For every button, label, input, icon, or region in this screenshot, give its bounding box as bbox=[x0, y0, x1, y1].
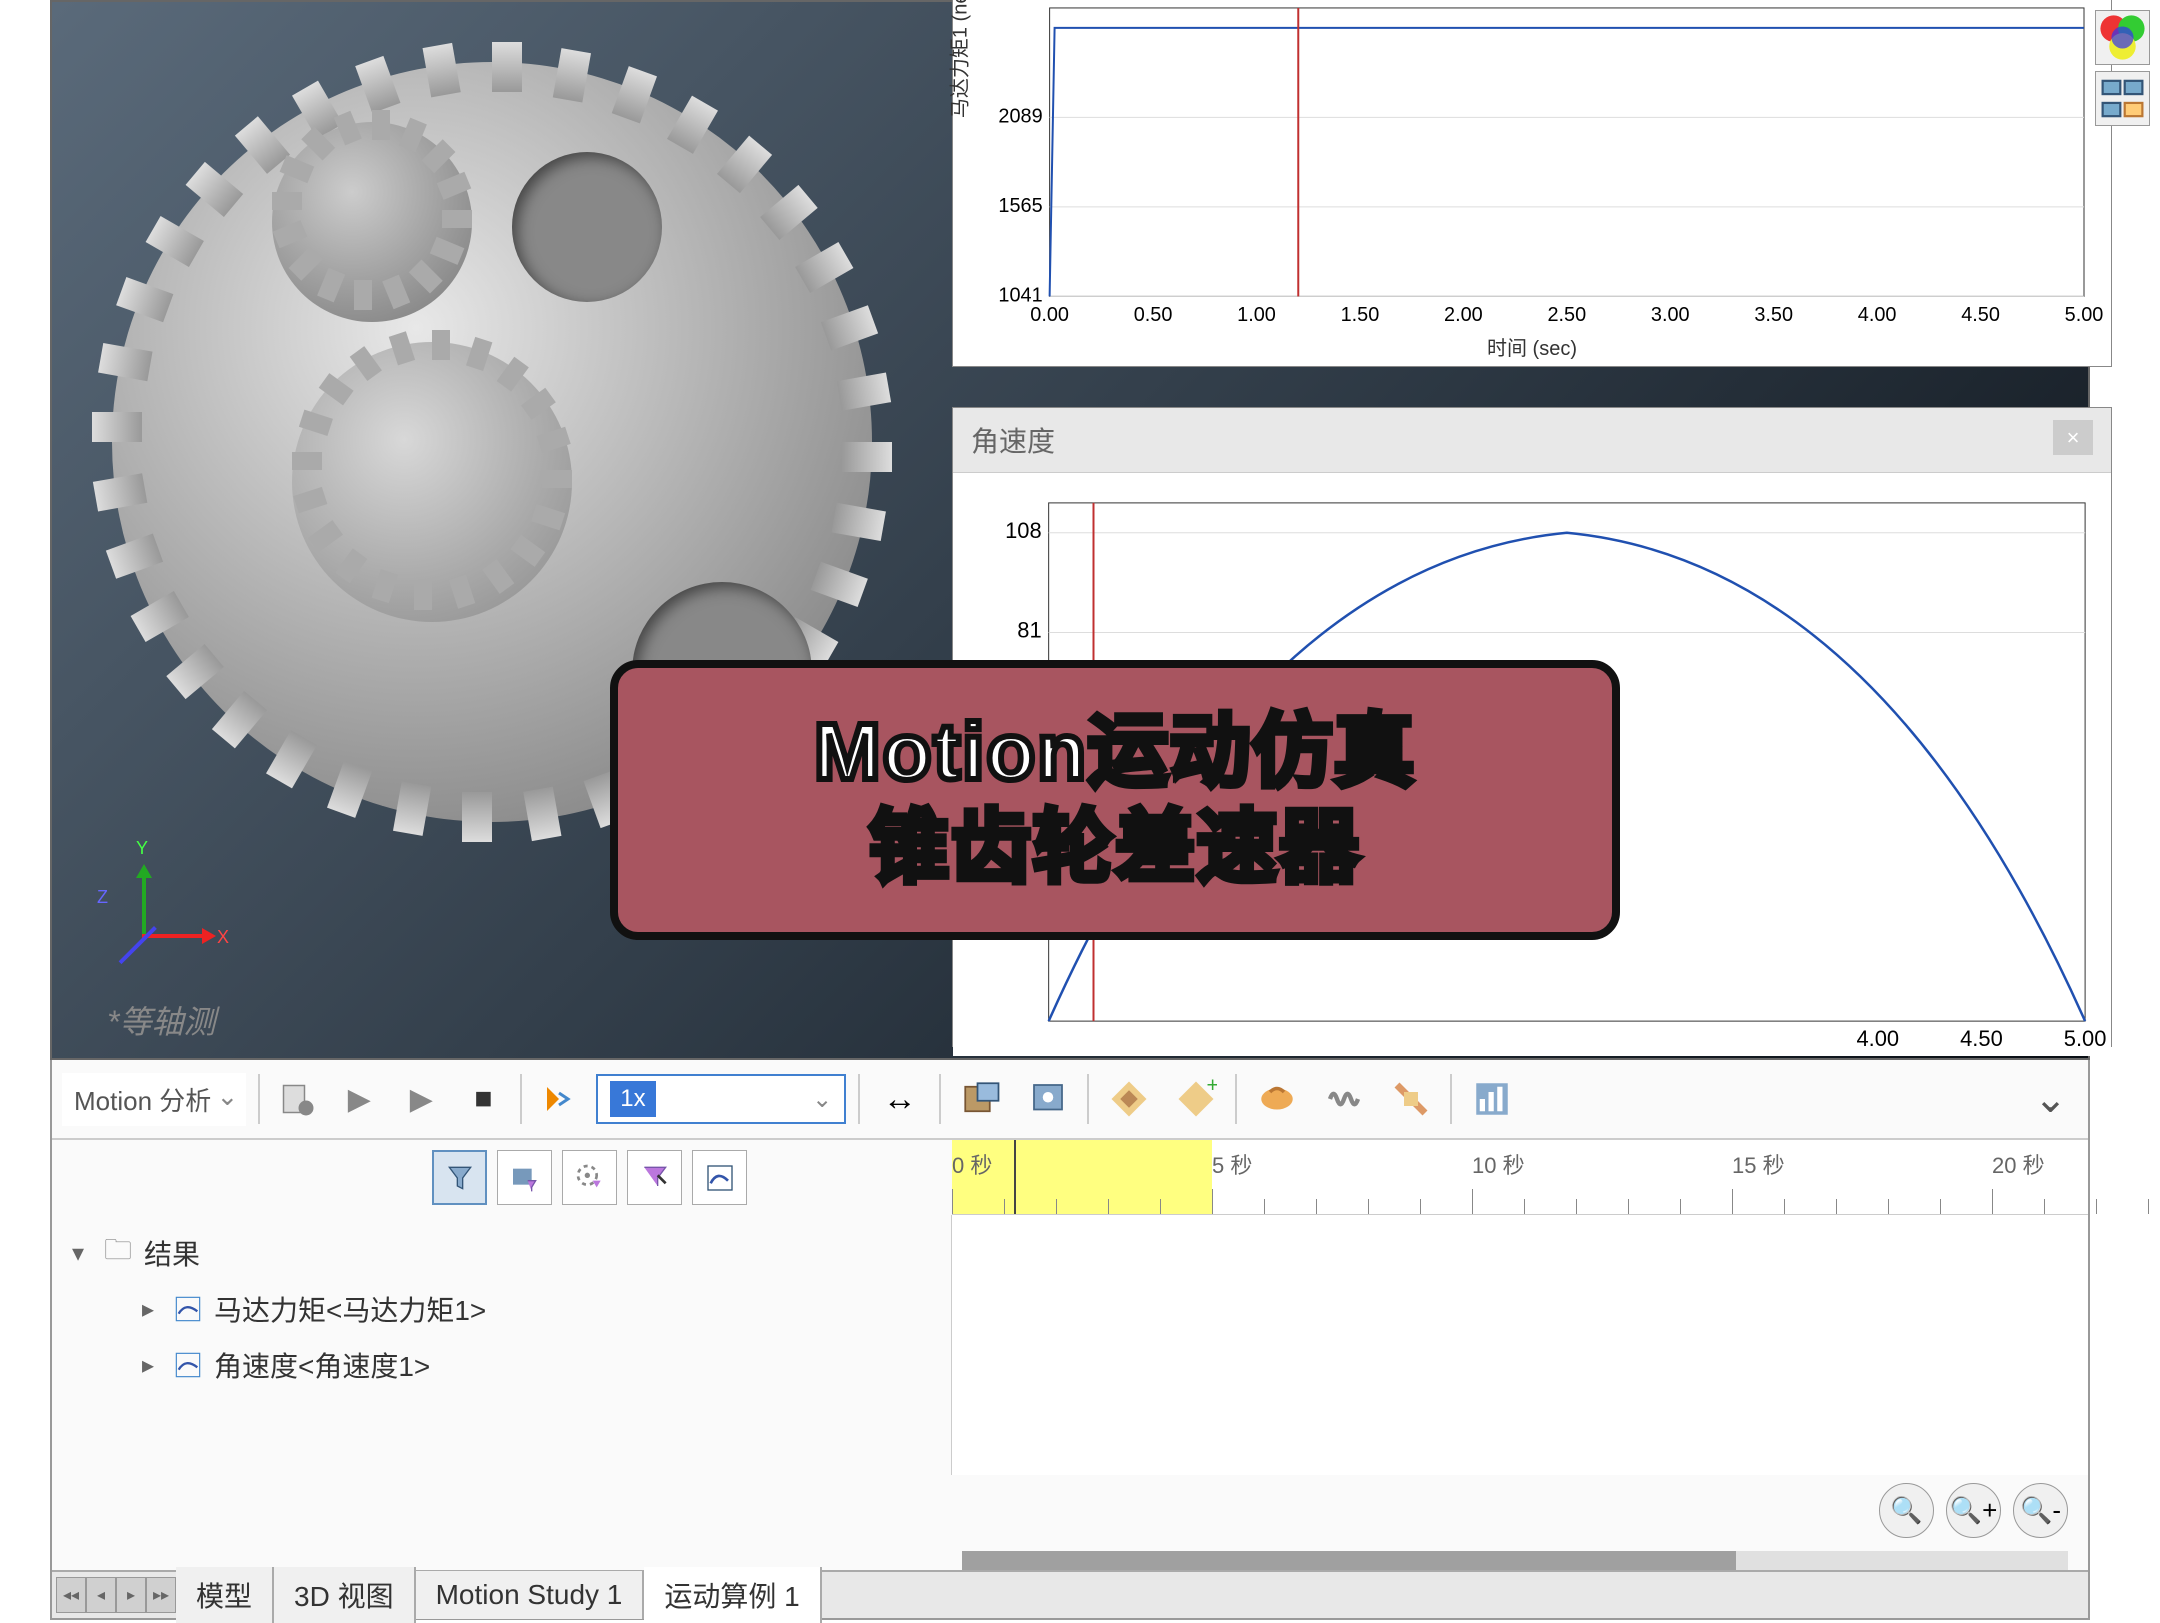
motion-toolbar: Motion 分析 ▶ ▶ ■ 1x ⌄ ↔ + ⌄ bbox=[52, 1060, 2088, 1140]
tab-nav-buttons: ◂◂ ◂ ▸ ▸▸ bbox=[56, 1577, 176, 1613]
results-plot-button[interactable] bbox=[1464, 1072, 1519, 1127]
filter-results-button[interactable] bbox=[692, 1150, 747, 1205]
sun-gear bbox=[272, 122, 472, 322]
playback-speed-select[interactable]: 1x ⌄ bbox=[596, 1074, 846, 1124]
zoom-timeline-button[interactable]: ↔ bbox=[872, 1072, 927, 1127]
gear-bore-1 bbox=[512, 152, 662, 302]
plot-icon bbox=[172, 1293, 204, 1325]
chart1-plot: 1041 1565 2089 0.00 0.50 1.00 1.50 2.00 … bbox=[953, 0, 2111, 366]
chart2-title: 角速度 bbox=[971, 420, 1055, 460]
svg-text:0.00: 0.00 bbox=[1030, 304, 1069, 326]
playback-mode-button[interactable] bbox=[534, 1074, 584, 1124]
view-orientation-label: *等轴测 bbox=[107, 997, 215, 1043]
overlay-line1: Motion运动仿真 bbox=[814, 704, 1416, 800]
filter-driving-button[interactable] bbox=[562, 1150, 617, 1205]
damper-button[interactable] bbox=[1383, 1072, 1438, 1127]
folder-icon: 🗀 bbox=[102, 1237, 134, 1269]
filter-funnel-button[interactable] bbox=[432, 1150, 487, 1205]
filter-toolbar bbox=[52, 1140, 952, 1215]
timeline-cursor[interactable] bbox=[1014, 1140, 1016, 1214]
filter-animated-button[interactable] bbox=[497, 1150, 552, 1205]
z-axis-label: Z bbox=[97, 887, 108, 908]
save-animation-button[interactable] bbox=[953, 1072, 1008, 1127]
timeline-zoom-controls: 🔍 🔍+ 🔍- bbox=[1879, 1483, 2068, 1538]
x-axis-label: X bbox=[217, 927, 229, 948]
zoom-out-button[interactable]: 🔍- bbox=[2013, 1483, 2068, 1538]
collapse-button[interactable]: ⌄ bbox=[2023, 1072, 2078, 1127]
filter-selected-button[interactable] bbox=[627, 1150, 682, 1205]
chart2-close-button[interactable]: × bbox=[2053, 420, 2093, 455]
display-pane-icon[interactable] bbox=[2095, 71, 2150, 126]
tree-item-label: 角速度<角速度1> bbox=[214, 1345, 430, 1385]
svg-text:1041: 1041 bbox=[998, 284, 1042, 306]
tree-item-angular-velocity[interactable]: ▸ 角速度<角速度1> bbox=[72, 1337, 931, 1393]
bottom-tabs-bar: ◂◂ ◂ ▸ ▸▸ 模型 3D 视图 Motion Study 1 运动算例 1 bbox=[52, 1570, 2088, 1618]
svg-text:5.00: 5.00 bbox=[2065, 304, 2104, 326]
svg-text:81: 81 bbox=[1017, 617, 1041, 642]
svg-text:2089: 2089 bbox=[998, 105, 1042, 127]
tree-collapse-icon[interactable]: ▾ bbox=[72, 1239, 92, 1268]
tab-model[interactable]: 模型 bbox=[176, 1567, 274, 1623]
tree-item-motor-torque[interactable]: ▸ 马达力矩<马达力矩1> bbox=[72, 1281, 931, 1337]
zoom-in-button[interactable]: 🔍+ bbox=[1946, 1483, 2001, 1538]
svg-text:1.50: 1.50 bbox=[1341, 304, 1380, 326]
chart1-x-label: 时间 (sec) bbox=[1487, 332, 1577, 361]
timeline-ruler[interactable]: 0 秒5 秒10 秒15 秒20 秒 bbox=[952, 1140, 2088, 1215]
tab-motion-study-1[interactable]: Motion Study 1 bbox=[416, 1571, 645, 1619]
svg-text:5.00: 5.00 bbox=[2064, 1026, 2107, 1051]
y-axis-arrow bbox=[142, 868, 146, 938]
tab-nav-last[interactable]: ▸▸ bbox=[146, 1577, 176, 1613]
chart2-header[interactable]: 角速度 × bbox=[953, 408, 2111, 473]
tree-expand-icon[interactable]: ▸ bbox=[142, 1295, 162, 1324]
svg-text:4.50: 4.50 bbox=[1960, 1026, 2003, 1051]
title-overlay-banner: Motion运动仿真 锥齿轮差速器 bbox=[610, 660, 1620, 940]
play-from-start-button[interactable]: ▶ bbox=[334, 1074, 384, 1124]
svg-text:0.50: 0.50 bbox=[1134, 304, 1173, 326]
tab-3d-view[interactable]: 3D 视图 bbox=[274, 1567, 416, 1623]
timeline-tracks-panel[interactable] bbox=[952, 1215, 2088, 1475]
svg-text:1565: 1565 bbox=[998, 195, 1042, 217]
add-key-button[interactable]: + bbox=[1168, 1072, 1223, 1127]
motion-study-panel: Motion 分析 ▶ ▶ ■ 1x ⌄ ↔ + ⌄ bbox=[50, 1060, 2090, 1620]
motion-tree-panel: ▾ 🗀 结果 ▸ 马达力矩<马达力矩1> ▸ 角速度<角速度1> bbox=[52, 1215, 952, 1475]
calculate-button[interactable] bbox=[272, 1074, 322, 1124]
chart1-y-label: 马达力矩1 (newto bbox=[944, 0, 973, 118]
tab-nav-prev[interactable]: ◂ bbox=[86, 1577, 116, 1613]
svg-text:1.00: 1.00 bbox=[1237, 304, 1276, 326]
tree-root-label: 结果 bbox=[144, 1233, 200, 1273]
analysis-type-dropdown[interactable]: Motion 分析 bbox=[62, 1073, 246, 1126]
tab-motion-case-1[interactable]: 运动算例 1 bbox=[644, 1567, 821, 1623]
autokey-button[interactable] bbox=[1101, 1072, 1156, 1127]
plot-icon bbox=[172, 1349, 204, 1381]
tree-results-folder[interactable]: ▾ 🗀 结果 bbox=[72, 1225, 931, 1281]
animation-wizard-button[interactable] bbox=[1020, 1072, 1075, 1127]
overlay-line2: 锥齿轮差速器 bbox=[869, 800, 1361, 896]
svg-text:2.00: 2.00 bbox=[1444, 304, 1483, 326]
right-view-toolbar bbox=[2095, 10, 2150, 126]
tree-item-label: 马达力矩<马达力矩1> bbox=[214, 1289, 486, 1329]
svg-text:2.50: 2.50 bbox=[1547, 304, 1586, 326]
coordinate-triad[interactable]: Y X Z bbox=[102, 858, 222, 978]
tree-expand-icon[interactable]: ▸ bbox=[142, 1351, 162, 1380]
play-button[interactable]: ▶ bbox=[396, 1074, 446, 1124]
zoom-fit-button[interactable]: 🔍 bbox=[1879, 1483, 1934, 1538]
svg-text:4.00: 4.00 bbox=[1856, 1026, 1899, 1051]
svg-text:4.50: 4.50 bbox=[1961, 304, 2000, 326]
tab-nav-next[interactable]: ▸ bbox=[116, 1577, 146, 1613]
svg-text:4.00: 4.00 bbox=[1858, 304, 1897, 326]
y-axis-label: Y bbox=[136, 838, 148, 859]
motor-torque-chart-panel[interactable]: 马达力矩1 (newto 1041 1565 2089 0.00 0.50 1.… bbox=[952, 0, 2112, 367]
motor-button[interactable] bbox=[1249, 1072, 1304, 1127]
svg-text:3.50: 3.50 bbox=[1754, 304, 1793, 326]
tab-nav-first[interactable]: ◂◂ bbox=[56, 1577, 86, 1613]
svg-text:+: + bbox=[1206, 1078, 1217, 1097]
stop-button[interactable]: ■ bbox=[458, 1074, 508, 1124]
planet-gear bbox=[292, 342, 572, 622]
svg-text:3.00: 3.00 bbox=[1651, 304, 1690, 326]
spring-button[interactable] bbox=[1316, 1072, 1371, 1127]
appearance-color-icon[interactable] bbox=[2095, 10, 2150, 65]
svg-text:108: 108 bbox=[1005, 518, 1042, 543]
